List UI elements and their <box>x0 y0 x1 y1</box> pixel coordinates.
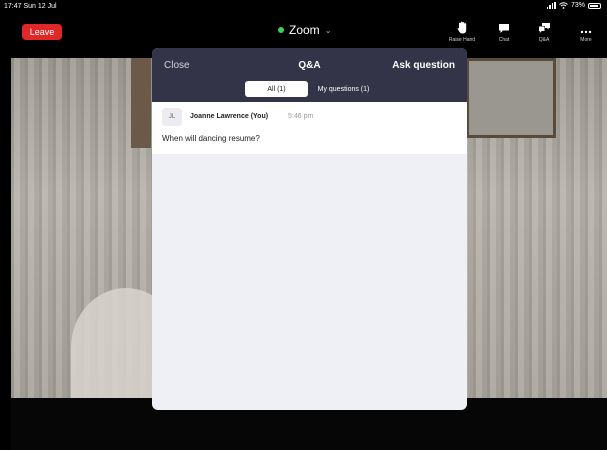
status-bar: 17:47 Sun 12 Jul 73% <box>0 0 607 14</box>
raise-hand-button[interactable]: Raise Hand <box>442 20 482 43</box>
question-time: 5:46 pm <box>288 113 314 120</box>
qa-header: Close Q&A Ask question All (1) My questi… <box>152 48 467 102</box>
qa-button[interactable]: Q&A <box>524 20 564 43</box>
raise-hand-label: Raise Hand <box>448 37 476 43</box>
video-picture-frame <box>466 58 556 138</box>
qa-panel: Close Q&A Ask question All (1) My questi… <box>152 48 467 410</box>
question-text: When will dancing resume? <box>162 134 260 143</box>
meeting-title-button[interactable]: Zoom ⌄ <box>278 23 331 37</box>
wifi-icon <box>559 2 568 9</box>
tab-my-questions[interactable]: My questions (1) <box>308 81 375 97</box>
question-author: Joanne Lawrence (You) <box>190 113 269 120</box>
status-time: 17:47 Sun 12 Jul <box>4 3 57 10</box>
shield-status-icon <box>278 27 284 33</box>
chat-button[interactable]: Chat <box>484 20 524 43</box>
avatar: JL <box>162 108 182 126</box>
zoom-meeting-screen: 17:47 Sun 12 Jul 73% Leave Zoom ⌄ Raise … <box>0 0 607 450</box>
more-label: More <box>580 37 592 43</box>
qa-icon <box>538 23 550 33</box>
battery-percent: 73% <box>570 2 585 9</box>
more-button[interactable]: More <box>566 20 606 43</box>
tab-all[interactable]: All (1) <box>245 81 308 97</box>
chat-icon <box>499 24 509 33</box>
video-background-detail <box>131 58 151 148</box>
meeting-toolbar: Leave Zoom ⌄ Raise Hand Chat Q&A More <box>0 14 607 50</box>
meeting-title: Zoom <box>289 23 320 37</box>
battery-icon <box>588 2 601 9</box>
raise-hand-icon <box>457 21 466 34</box>
chevron-down-icon: ⌄ <box>324 25 332 35</box>
qa-tabs: All (1) My questions (1) <box>245 81 375 97</box>
chat-label: Chat <box>498 37 510 43</box>
ask-question-button[interactable]: Ask question <box>392 60 455 71</box>
more-icon <box>580 30 592 34</box>
question-item[interactable]: JL Joanne Lawrence (You) 5:46 pm When wi… <box>152 102 467 154</box>
leave-button[interactable]: Leave <box>22 24 62 40</box>
cellular-signal-icon <box>546 2 556 9</box>
qa-label: Q&A <box>538 37 550 43</box>
status-indicators: 73% <box>546 2 601 9</box>
